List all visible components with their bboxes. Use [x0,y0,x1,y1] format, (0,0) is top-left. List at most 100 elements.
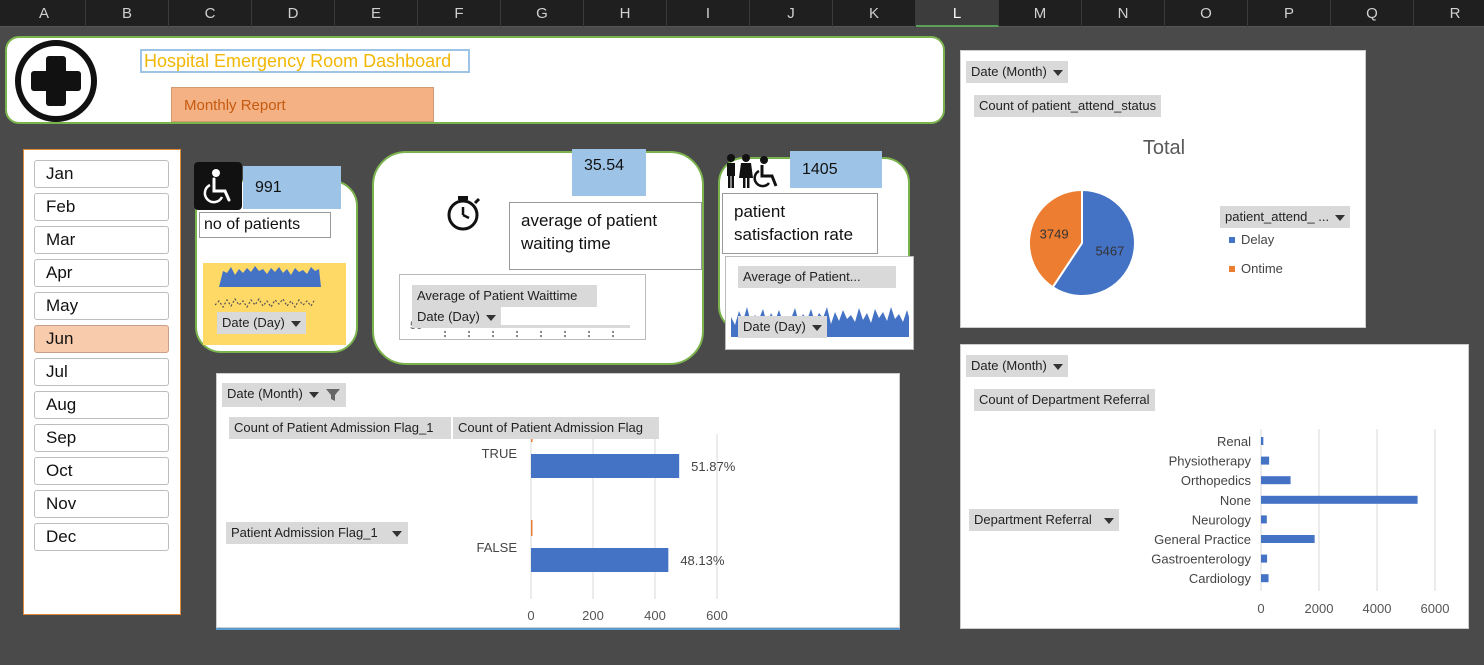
column-header-n[interactable]: N [1082,0,1165,27]
column-header-m[interactable]: M [999,0,1082,27]
slicer-month-feb[interactable]: Feb [34,193,169,221]
column-header-g[interactable]: G [501,0,584,27]
slicer-month-oct[interactable]: Oct [34,457,169,485]
bar-general-practice[interactable] [1261,535,1315,543]
column-header-p[interactable]: P [1248,0,1331,27]
referral-date-filter[interactable]: Date (Month) [966,355,1068,377]
x-tick-label: 4000 [1363,601,1392,616]
attend-legend-filter-label: patient_attend_ ... [1225,209,1330,224]
column-header-d[interactable]: D [252,0,335,27]
column-header-h[interactable]: H [584,0,667,27]
patients-date-filter[interactable]: Date (Day) [217,312,306,334]
category-label: FALSE [477,540,518,555]
column-header-q[interactable]: Q [1331,0,1414,27]
x-tick-label: 200 [582,608,604,623]
admission-row-filter[interactable]: Patient Admission Flag_1 [226,522,408,544]
attend-field-button[interactable]: Count of patient_attend_status [974,95,1162,117]
x-tick-label: 400 [644,608,666,623]
funnel-icon [325,388,340,401]
attend-date-filter-label: Date (Month) [971,64,1047,79]
category-label: General Practice [1154,532,1251,547]
category-label: Neurology [1192,512,1252,527]
slicer-month-dec[interactable]: Dec [34,523,169,551]
bar-true[interactable] [531,454,680,478]
bar-neurology[interactable] [1261,515,1267,524]
admission-field1-button[interactable]: Count of Patient Admission Flag_1 [229,417,451,439]
attend-legend-filter[interactable]: patient_attend_ ... [1220,206,1351,228]
slicer-month-nov[interactable]: Nov [34,490,169,518]
bar-orthopedics[interactable] [1261,476,1291,485]
column-header-a[interactable]: A [3,0,86,27]
admission-field2-button[interactable]: Count of Patient Admission Flag [453,417,659,439]
medical-cross-icon [13,38,99,124]
chevron-down-icon [1335,214,1346,221]
slicer-month-jul[interactable]: Jul [34,358,169,386]
admission-date-filter[interactable]: Date (Month) [222,383,346,407]
x-tick-label: 0 [527,608,534,623]
slicer-month-mar[interactable]: Mar [34,226,169,254]
bar-false[interactable] [531,548,669,572]
column-header-o[interactable]: O [1165,0,1248,27]
chevron-down-icon [290,320,301,327]
column-header-b[interactable]: B [86,0,169,27]
column-header-e[interactable]: E [335,0,418,27]
bar-renal[interactable] [1261,437,1264,445]
slicer-month-apr[interactable]: Apr [34,259,169,287]
waittime-field-button[interactable]: Average of Patient Waittime [412,285,597,307]
category-label: Physiotherapy [1169,454,1252,469]
column-header-c[interactable]: C [169,0,252,27]
attend-status-pie: Total 5467 Delay 3749 Ontime [1028,137,1283,297]
chevron-down-icon [811,324,822,331]
category-label: Orthopedics [1181,473,1252,488]
column-header-i[interactable]: I [667,0,750,27]
chevron-down-icon [1052,363,1063,370]
bar-gastroenterology[interactable] [1261,554,1268,563]
people-icon [722,152,784,192]
column-header-r[interactable]: R [1414,0,1484,27]
referral-row-filter[interactable]: Department Referral [969,509,1119,531]
dashboard-title: Hospital Emergency Room Dashboard [140,49,470,73]
admission-chart-panel: 0 200 400 600 TRUE 51.87% FALSE 48.13% [216,373,900,628]
column-header-f[interactable]: F [418,0,501,27]
wheelchair-icon [194,162,242,210]
x-tick-label: 2000 [1305,601,1334,616]
chevron-down-icon [1052,69,1063,76]
slicer-month-may[interactable]: May [34,292,169,320]
category-label: Cardiology [1189,571,1252,586]
bar-physiotherapy[interactable] [1261,456,1270,465]
legend-ontime: Ontime [1241,261,1283,276]
pie-data-label: 3749 [1040,227,1069,242]
referral-row-filter-label: Department Referral [974,512,1092,527]
referral-field-button[interactable]: Count of Department Referral [974,389,1155,411]
column-header-l[interactable]: L [916,0,999,27]
referral-bar-chart: 0 2000 4000 6000 Renal Physiotherapy Orthopedi… [1151,429,1449,616]
stopwatch-icon [440,194,486,234]
slicer-month-aug[interactable]: Aug [34,391,169,419]
column-header-j[interactable]: J [750,0,833,27]
satisfaction-field-button[interactable]: Average of Patient... [738,266,896,288]
chevron-down-icon [1103,517,1114,524]
waittime-date-filter[interactable]: Date (Day) [412,306,501,328]
legend-delay: Delay [1241,232,1275,247]
column-header-bar: ABCDEFGHIJKLMNOPQR [0,0,1484,27]
slicer-month-jun[interactable]: Jun [34,325,169,353]
patients-kpi-label: no of patients [199,212,331,238]
month-slicer: Jan Feb Mar Apr May Jun Jul Aug Sep Oct Nov Dec [23,149,181,615]
referral-chart-panel: 0 2000 4000 6000 Renal Physiotherapy Orthopedi… [960,344,1469,629]
column-header-k[interactable]: K [833,0,916,27]
satisfaction-date-filter[interactable]: Date (Day) [738,316,827,338]
slicer-month-jan[interactable]: Jan [34,160,169,188]
title-panel: Hospital Emergency Room Dashboard Monthl… [5,36,945,124]
x-tick-label: 0 [1257,601,1264,616]
bar-none[interactable] [1261,495,1418,504]
satisfaction-kpi-value: 1405 [790,151,882,188]
admission-date-filter-label: Date (Month) [227,386,303,401]
slicer-month-sep[interactable]: Sep [34,424,169,452]
bar-cardiology[interactable] [1261,574,1269,583]
attend-status-chart-panel: Total 5467 Delay 3749 Ontime [960,50,1366,328]
waittime-kpi-value: 35.54 [572,149,646,196]
referral-date-filter-label: Date (Month) [971,358,1047,373]
attend-date-filter[interactable]: Date (Month) [966,61,1068,83]
legend-swatch [1229,266,1235,272]
report-subtitle: Monthly Report [171,87,434,122]
